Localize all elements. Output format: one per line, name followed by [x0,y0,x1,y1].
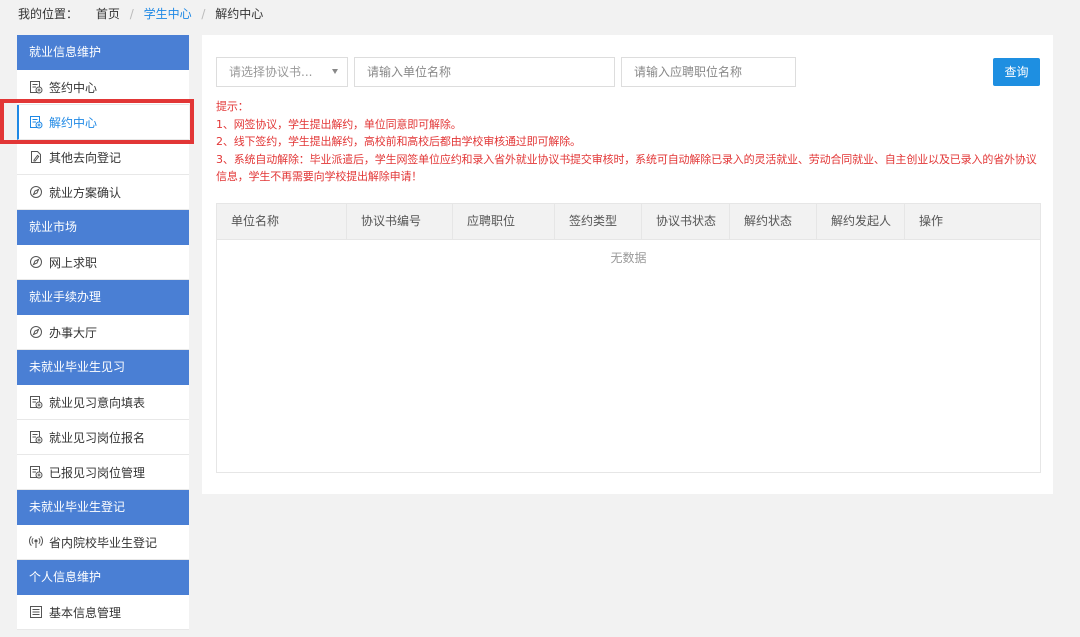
breadcrumb-current: 解约中心 [215,7,264,21]
sidebar-item-label: 就业见习岗位报名 [49,430,146,445]
table-header: 单位名称 协议书编号 应聘职位 签约类型 协议书状态 解约状态 解约发起人 操作 [217,204,1040,240]
column-header: 协议书状态 [642,204,730,239]
sidebar-item[interactable]: 解约中心 [17,105,189,140]
protocol-select-placeholder: 请选择协议书... [229,65,313,79]
sidebar-item-label: 已报见习岗位管理 [49,465,146,480]
breadcrumb-student-center-link[interactable]: 学生中心 [144,7,192,21]
breadcrumb-separator: / [129,7,134,21]
tip-line: 1、网签协议，学生提出解约，单位同意即可解除。 [216,117,462,131]
compass-icon [29,325,43,339]
sidebar-item[interactable]: 已报见习岗位管理 [17,455,189,490]
sidebar-item-label: 就业见习意向填表 [49,395,146,410]
query-button[interactable]: 查询 [993,58,1040,86]
sidebar-item[interactable]: 就业见习意向填表 [17,385,189,420]
caret-down-icon [332,69,338,74]
column-header: 签约类型 [555,204,642,239]
breadcrumb-label: 我的位置： [18,7,79,21]
sidebar-item-label: 基本信息管理 [49,605,122,620]
breadcrumb-separator: / [201,7,206,21]
column-header: 协议书编号 [347,204,453,239]
sidebar-item[interactable]: 省内院校毕业生登记 [17,525,189,560]
sidebar-group-title: 个人信息维护 [17,560,189,595]
column-header: 单位名称 [217,204,347,239]
compass-icon [29,185,43,199]
tip-line: 2、线下签约，学生提出解约，高校前和高校后都由学校审核通过即可解除。 [216,135,581,148]
sidebar-item-label: 省内院校毕业生登记 [49,535,158,550]
sidebar-item[interactable]: 签约中心 [17,70,189,105]
sidebar-item-label: 解约中心 [49,115,98,130]
empty-state: 无数据 [610,251,647,265]
sidebar-group-title: 就业手续办理 [17,280,189,315]
sidebar-item[interactable]: 网上求职 [17,245,189,280]
breadcrumb-home-link[interactable]: 首页 [96,7,120,21]
tips: 提示： 1、网签协议，学生提出解约，单位同意即可解除。 2、线下签约，学生提出解… [216,98,1046,186]
sidebar-item[interactable]: 就业方案确认 [17,175,189,210]
sidebar-item[interactable]: 其他去向登记 [17,140,189,175]
sidebar-group-title: 就业市场 [17,210,189,245]
sidebar-group-title: 就业信息维护 [17,35,189,70]
compass-icon [29,255,43,269]
column-header: 解约状态 [730,204,817,239]
tips-title: 提示： [216,100,249,113]
protocol-select[interactable]: 请选择协议书... [216,57,348,87]
sidebar-item-label: 签约中心 [49,80,98,95]
position-name-input[interactable] [621,57,796,87]
breadcrumb: 我的位置： 首页 / 学生中心 / 解约中心 [18,6,263,22]
broadcast-icon [29,535,43,549]
main-panel: 请选择协议书... 查询 提示： 1、网签协议，学生提出解约，单位同意即可解除。… [202,35,1053,494]
unit-name-input[interactable] [354,57,615,87]
column-header: 操作 [919,214,944,228]
doc-icon [29,395,43,409]
sidebar-item-label: 办事大厅 [49,325,98,340]
edit-doc-icon [29,150,43,164]
sidebar-item-label: 网上求职 [49,255,98,270]
column-header: 解约发起人 [817,204,905,239]
doc-icon [29,115,43,129]
tip-line: 3、系统自动解除：毕业派遣后，学生网签单位应约和录入省外就业协议书提交审核时，系… [216,152,1037,184]
doc-icon [29,465,43,479]
sidebar: 就业信息维护签约中心解约中心其他去向登记 就业方案确认就业市场网上求职就业手续办理… [17,35,189,630]
sidebar-item[interactable]: 基本信息管理 [17,595,189,630]
sidebar-item[interactable]: 就业见习岗位报名 [17,420,189,455]
results-table: 单位名称 协议书编号 应聘职位 签约类型 协议书状态 解约状态 解约发起人 操作… [216,203,1041,473]
sidebar-group-title: 未就业毕业生登记 [17,490,189,525]
sidebar-item[interactable]: 办事大厅 [17,315,189,350]
sidebar-item-label: 其他去向登记 [49,150,122,165]
column-header: 应聘职位 [453,204,555,239]
doc-icon [29,80,43,94]
sidebar-item-label: 就业方案确认 [49,185,122,200]
list-icon [29,605,43,619]
doc-icon [29,430,43,444]
sidebar-group-title: 未就业毕业生见习 [17,350,189,385]
